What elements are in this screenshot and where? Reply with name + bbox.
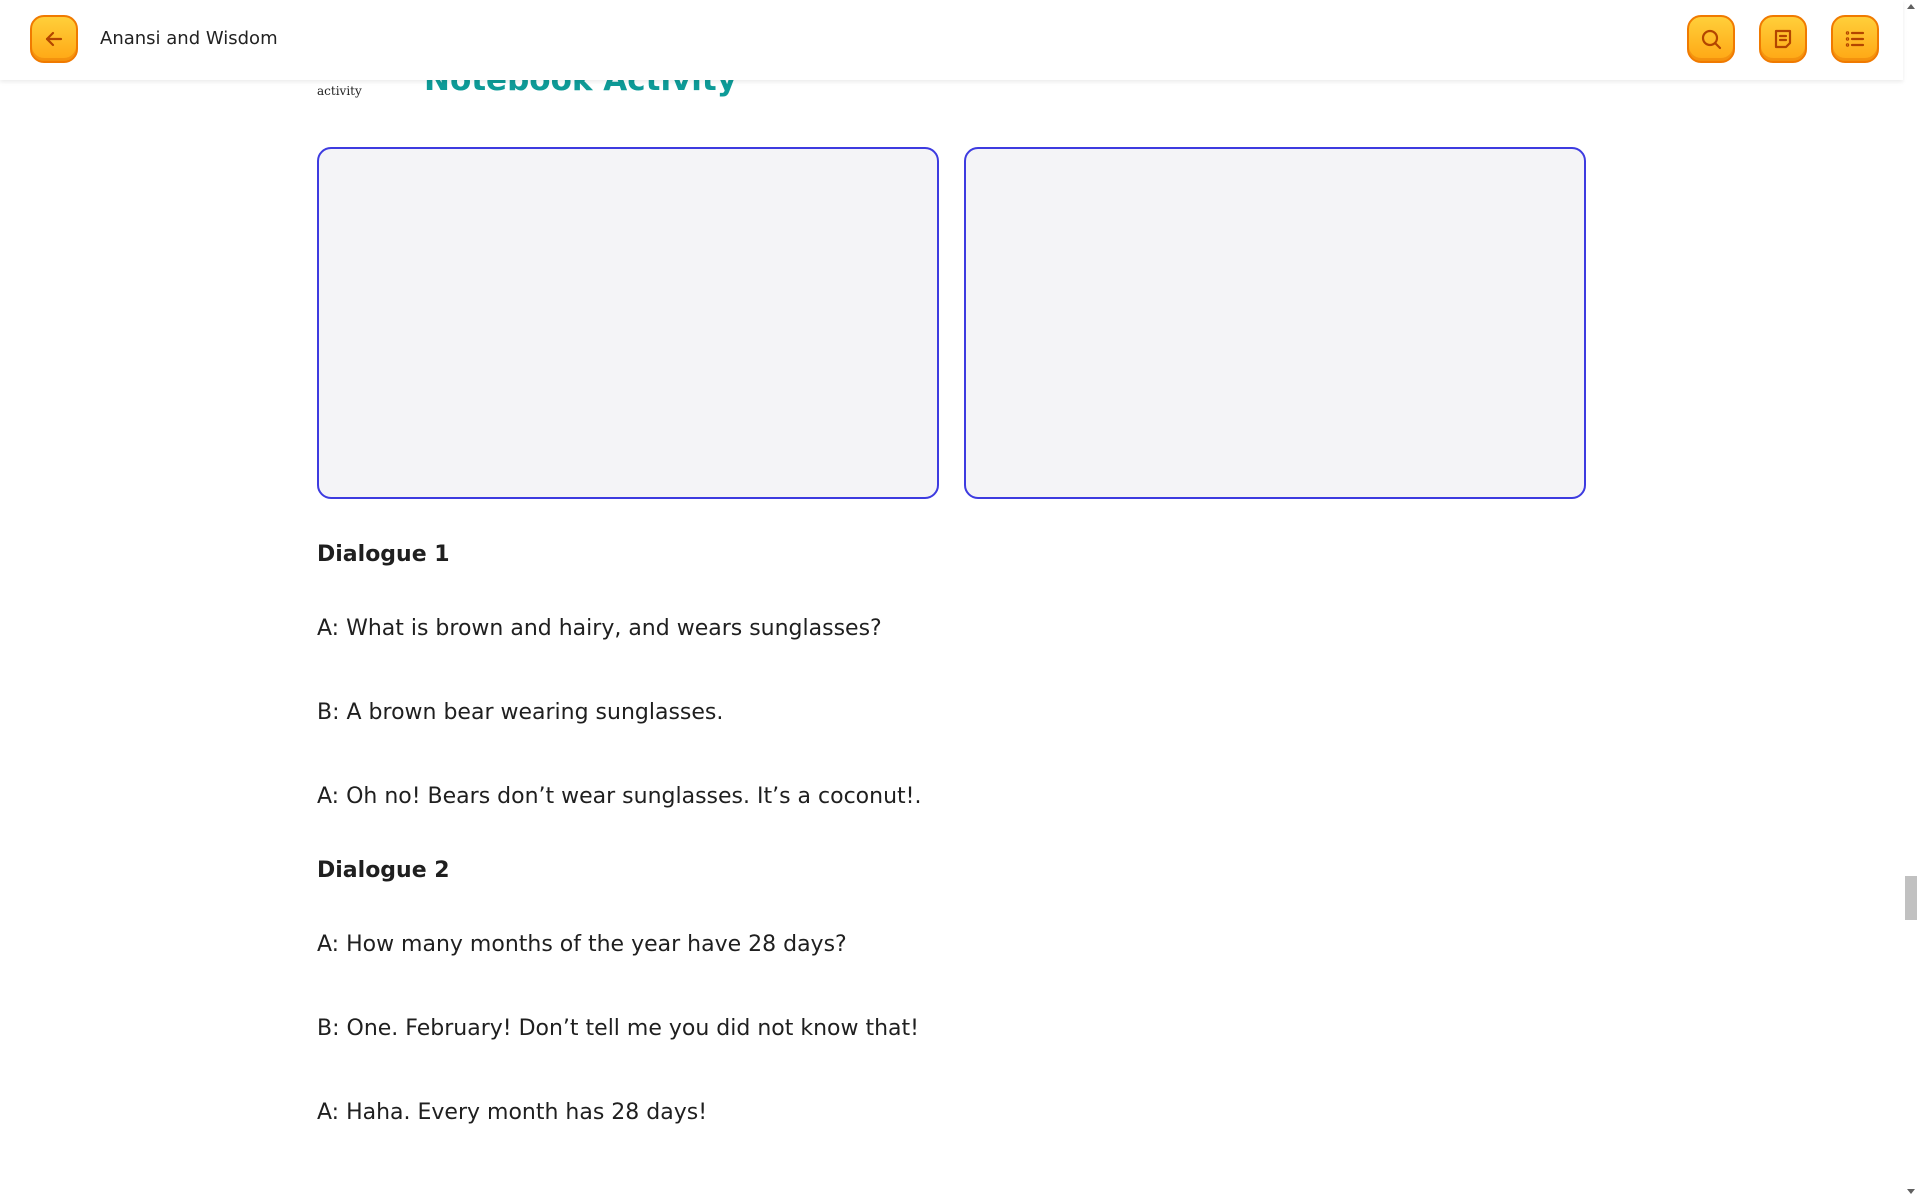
vertical-scrollbar[interactable]	[1903, 0, 1920, 1200]
search-icon	[1699, 27, 1723, 51]
dialogue-line: B: A brown bear wearing sunglasses.	[317, 700, 724, 725]
activity-label: activity	[317, 84, 362, 98]
dialogue-line: B: One. February! Don’t tell me you did …	[317, 1016, 919, 1041]
back-button[interactable]	[30, 15, 78, 63]
notebook-box-2[interactable]	[964, 147, 1586, 499]
dialogue-line: A: How many months of the year have 28 d…	[317, 932, 847, 957]
dialogue-heading: Dialogue 1	[317, 542, 450, 567]
list-icon	[1843, 27, 1867, 51]
book-title: Anansi and Wisdom	[100, 28, 278, 49]
notebook-box-1[interactable]	[317, 147, 939, 499]
table-of-contents-button[interactable]	[1831, 15, 1879, 63]
dialogue-line: A: What is brown and hairy, and wears su…	[317, 616, 882, 641]
scrollbar-thumb[interactable]	[1905, 876, 1917, 920]
top-bar: Anansi and Wisdom	[0, 0, 1903, 80]
notes-button[interactable]	[1759, 15, 1807, 63]
dialogue-heading: Dialogue 2	[317, 858, 450, 883]
dialogue-line: A: Oh no! Bears don’t wear sunglasses. I…	[317, 784, 922, 809]
dialogue-line: A: Haha. Every month has 28 days!	[317, 1100, 708, 1125]
search-button[interactable]	[1687, 15, 1735, 63]
arrow-left-icon	[42, 27, 66, 51]
scroll-down-icon[interactable]	[1907, 1189, 1915, 1194]
reader-content: Notebook Activity activity Dialogue 1 A:…	[317, 0, 1587, 1200]
notes-icon	[1771, 27, 1795, 51]
scroll-up-icon[interactable]	[1907, 4, 1915, 9]
